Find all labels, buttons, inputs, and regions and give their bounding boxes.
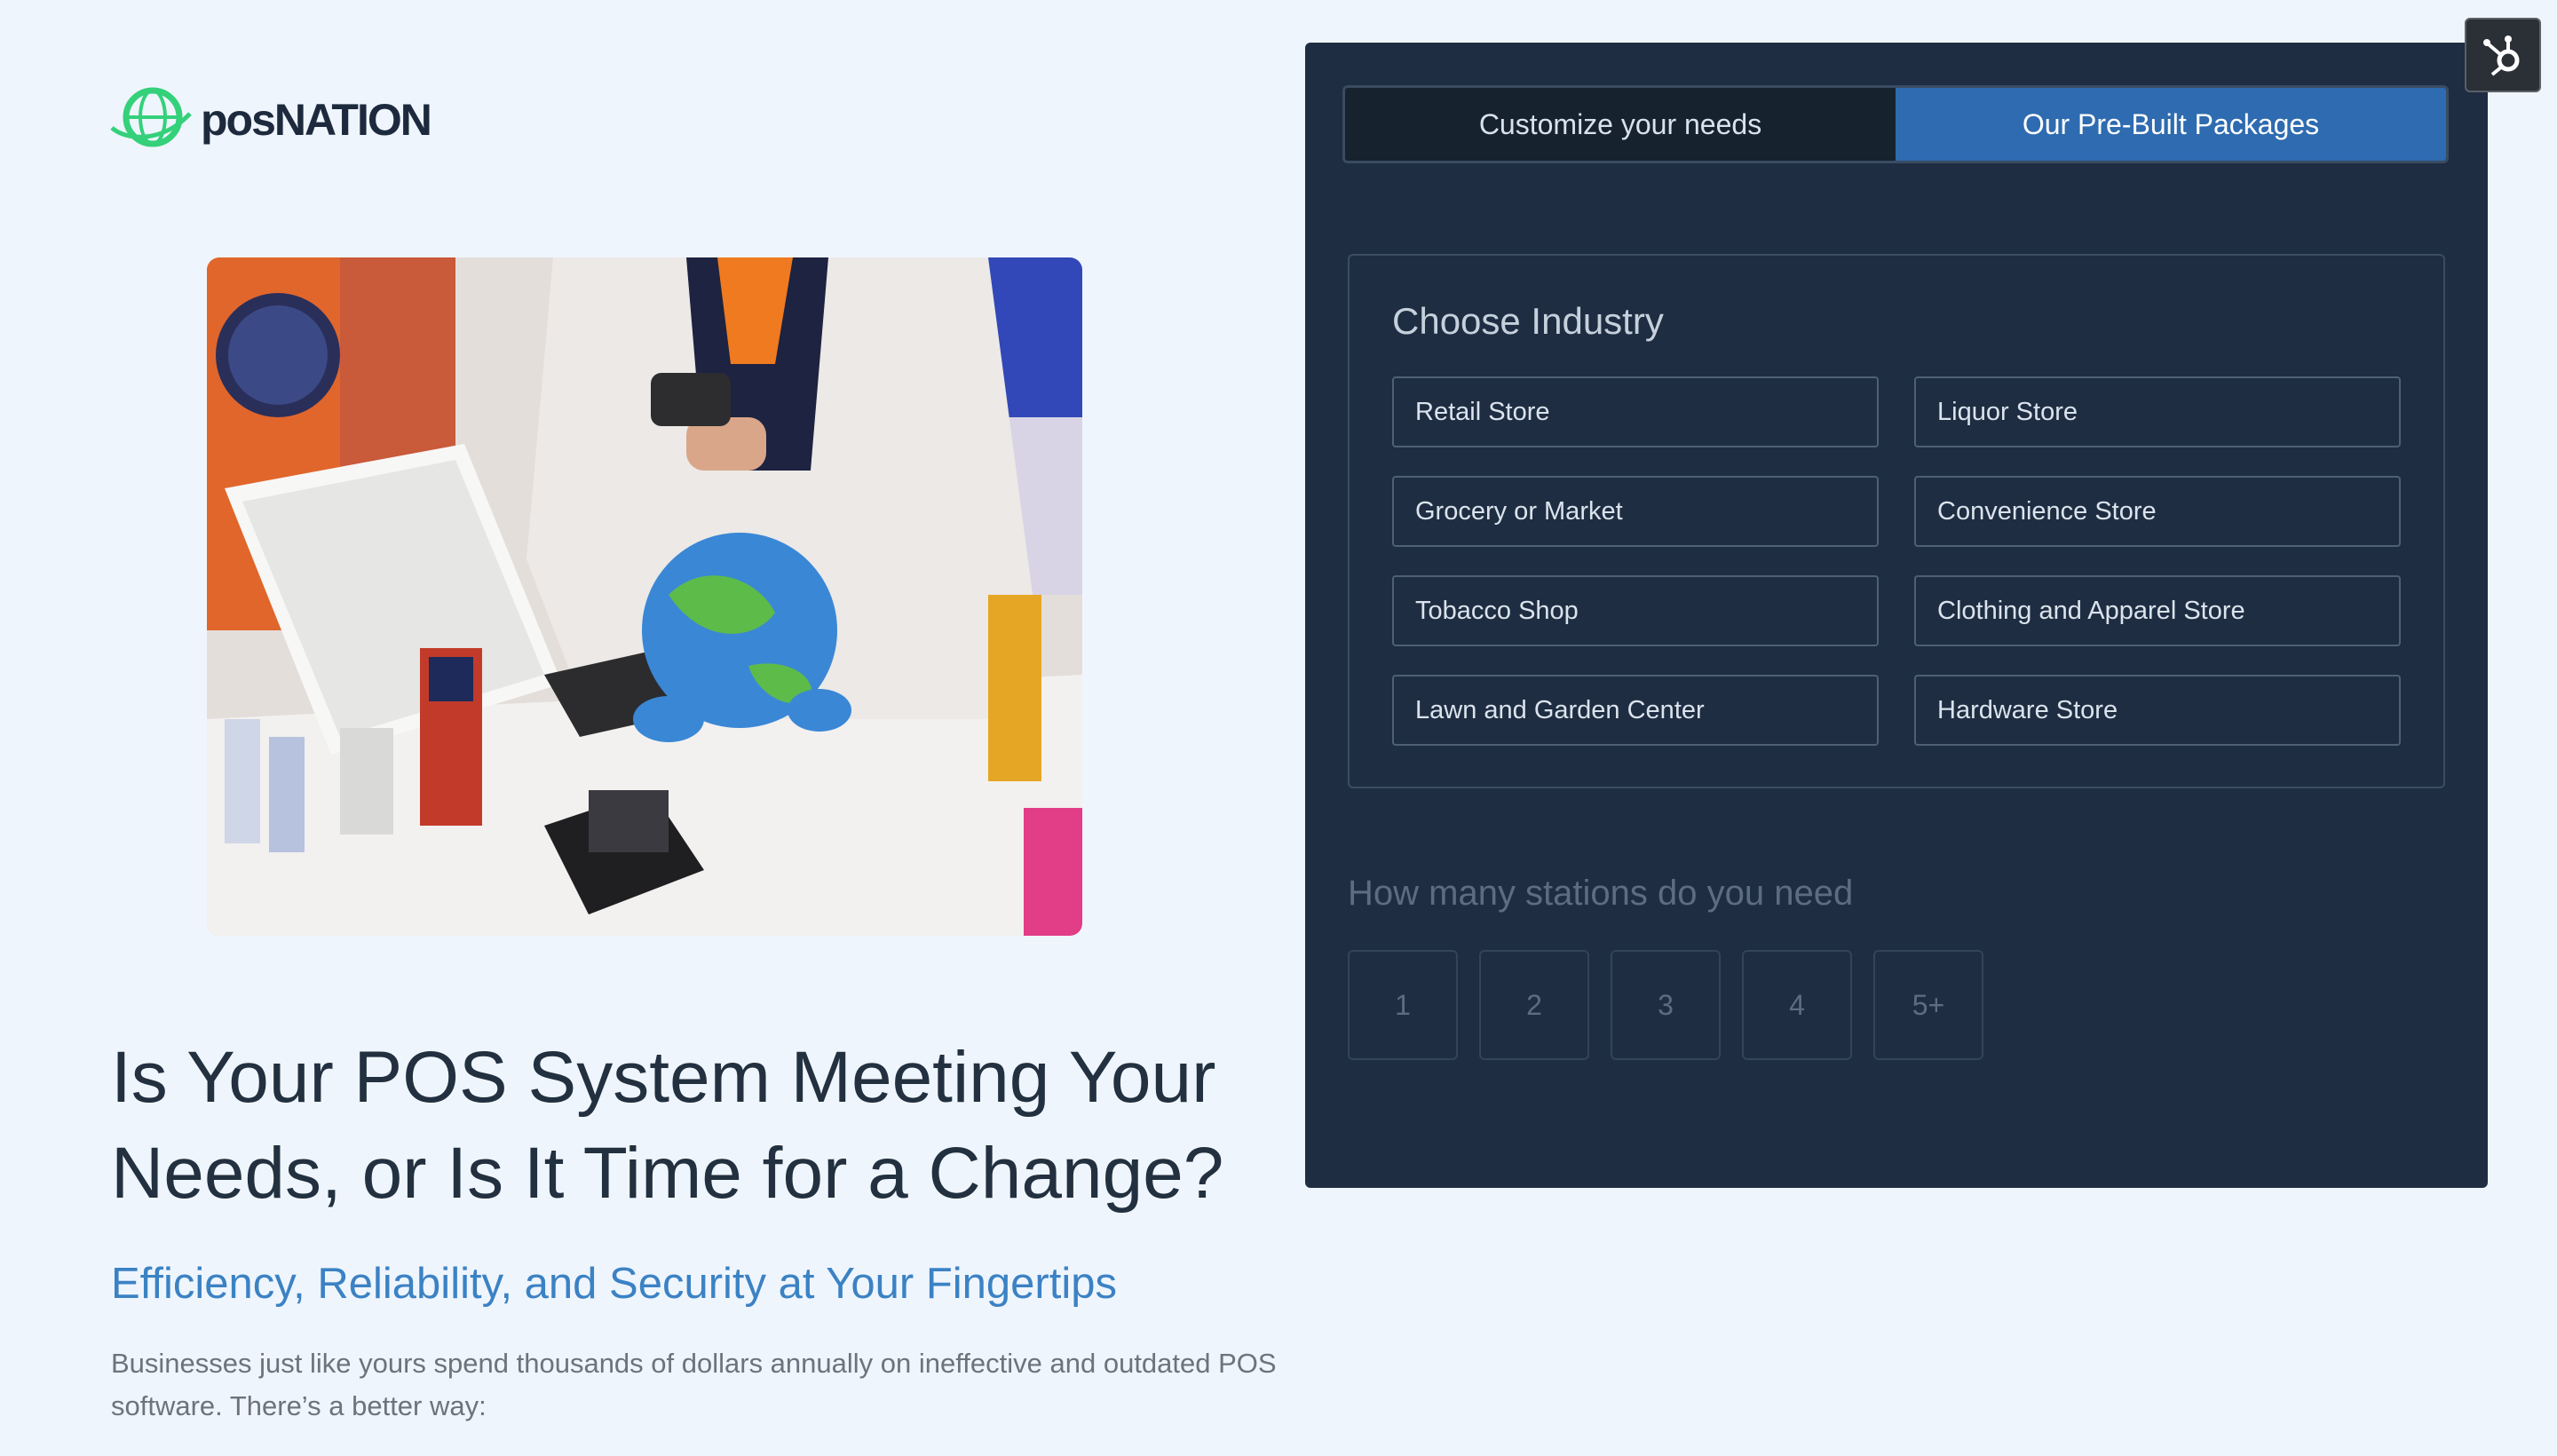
stations-question: How many stations do you need [1348,874,1854,913]
station-option-4[interactable]: 4 [1742,950,1852,1060]
industry-option-hardware-store[interactable]: Hardware Store [1914,675,2401,746]
station-option-5-plus[interactable]: 5+ [1873,950,1983,1060]
cashier-photo [207,257,1082,936]
package-tabs: Customize your needs Our Pre-Built Packa… [1342,85,2449,163]
tab-customize-your-needs[interactable]: Customize your needs [1345,88,1896,161]
industry-option-retail-store[interactable]: Retail Store [1392,376,1879,447]
package-selector-panel: Customize your needs Our Pre-Built Packa… [1305,43,2488,1188]
posnation-logo[interactable]: posNATION [108,82,432,153]
industry-option-liquor-store[interactable]: Liquor Store [1914,376,2401,447]
hero-subheadline: Efficiency, Reliability, and Security at… [111,1260,1118,1308]
choose-industry-title: Choose Industry [1392,300,1664,342]
choose-industry-section: Choose Industry Retail Store Liquor Stor… [1348,254,2445,788]
hero-headline: Is Your POS System Meeting Your Needs, o… [111,1037,1224,1214]
hero-body-text: Businesses just like yours spend thousan… [111,1348,1277,1421]
station-option-2[interactable]: 2 [1479,950,1589,1060]
tab-pre-built-packages[interactable]: Our Pre-Built Packages [1896,88,2446,161]
logo-wordmark: posNATION [201,95,432,145]
industry-option-tobacco-shop[interactable]: Tobacco Shop [1392,575,1879,646]
industry-option-grocery-or-market[interactable]: Grocery or Market [1392,476,1879,547]
chat-launcher-button[interactable] [2465,18,2541,92]
industry-option-lawn-and-garden-center[interactable]: Lawn and Garden Center [1392,675,1879,746]
station-option-3[interactable]: 3 [1611,950,1721,1060]
hero-photo [207,257,1082,936]
industry-option-clothing-and-apparel-store[interactable]: Clothing and Apparel Store [1914,575,2401,646]
station-option-1[interactable]: 1 [1348,950,1458,1060]
industry-option-convenience-store[interactable]: Convenience Store [1914,476,2401,547]
hubspot-sprocket-icon [2483,36,2520,76]
globe-logo-icon [110,87,192,147]
